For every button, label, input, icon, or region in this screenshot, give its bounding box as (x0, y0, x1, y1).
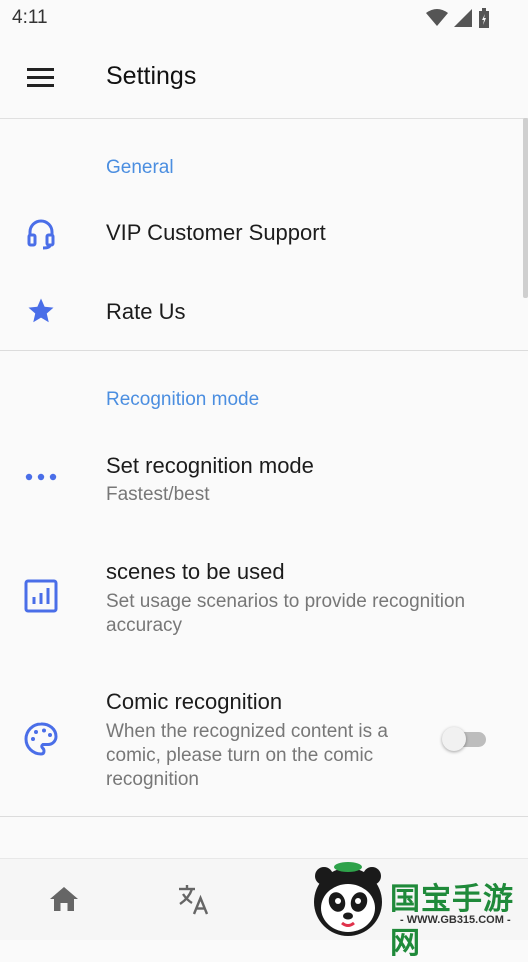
set-recognition-mode-label: Set recognition mode (106, 453, 314, 478)
nav-translate-button[interactable] (173, 879, 213, 919)
watermark: 国宝手游网 - WWW.GB315.COM - (308, 862, 528, 960)
section-divider (0, 350, 528, 351)
headset-icon (22, 214, 60, 252)
comic-recognition-label: Comic recognition (106, 689, 283, 714)
status-icons (426, 8, 490, 28)
scenes-label: scenes to be used (106, 559, 285, 584)
section-title-general: General (106, 157, 174, 178)
app-bar: Settings (0, 36, 528, 119)
status-bar: 4:11 (0, 0, 528, 36)
chart-icon (22, 577, 60, 615)
set-recognition-mode-subtitle: Fastest/best (106, 484, 210, 505)
comic-recognition-subtitle: When the recognized content is a comic, … (106, 721, 389, 790)
scenes-subtitle: Set usage scenarios to provide recogniti… (106, 591, 466, 636)
rate-us-label: Rate Us (106, 299, 186, 324)
section-divider-bottom (0, 816, 528, 817)
scenes-to-be-used-item[interactable]: scenes to be used Set usage scenarios to… (0, 540, 528, 652)
set-recognition-mode-item[interactable]: Set recognition mode Fastest/best (0, 432, 528, 522)
status-time: 4:11 (12, 7, 48, 28)
more-horizontal-icon (22, 458, 60, 496)
toggle-thumb (442, 727, 466, 751)
comic-recognition-toggle[interactable] (442, 727, 488, 751)
home-icon (50, 887, 78, 911)
wifi-icon (426, 9, 448, 26)
vip-customer-support-item[interactable]: VIP Customer Support (0, 196, 528, 270)
menu-button[interactable] (22, 60, 58, 96)
section-title-recognition-mode: Recognition mode (106, 389, 260, 410)
nav-home-button[interactable] (44, 879, 84, 919)
vip-support-label: VIP Customer Support (106, 220, 326, 245)
translate-icon (179, 885, 209, 915)
page-title: Settings (106, 62, 197, 90)
panda-logo-icon (314, 862, 382, 936)
rate-us-item[interactable]: Rate Us (0, 272, 528, 348)
star-icon (22, 292, 60, 330)
palette-icon (22, 720, 60, 758)
watermark-url: - WWW.GB315.COM - (400, 914, 511, 926)
signal-icon (454, 9, 472, 27)
battery-icon (479, 8, 489, 28)
hamburger-menu-icon (27, 68, 54, 87)
